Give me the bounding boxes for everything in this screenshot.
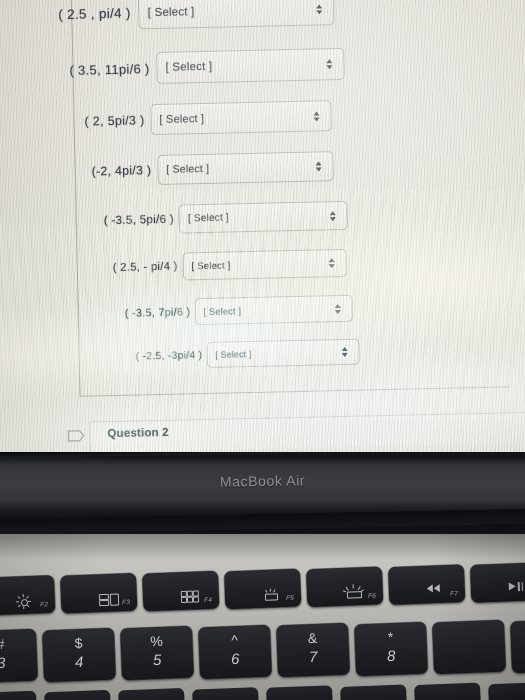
key-f6[interactable]: F6 — [305, 566, 384, 608]
key-f4-label: F4 — [203, 596, 213, 605]
key-f8[interactable]: F8 — [469, 562, 525, 603]
select-dropdown-0[interactable]: [ Select ] — [138, 0, 336, 30]
key-f7-label: F7 — [449, 590, 459, 598]
select-dropdown-7[interactable]: [ Select ] — [206, 338, 360, 368]
key-4[interactable]: $ 4 — [42, 627, 116, 683]
coordinate-label: ( 2.5, - pi/4 ) — [112, 260, 178, 275]
select-placeholder: [ Select ] — [191, 259, 231, 272]
match-row: ( 2.5 , pi/4 ) [ Select ] — [58, 0, 336, 31]
key-f2[interactable]: F2 — [0, 574, 56, 616]
coordinate-label: ( 2.5 , pi/4 ) — [58, 5, 131, 23]
select-placeholder: [ Select ] — [159, 112, 205, 126]
key-f4[interactable]: F4 — [142, 570, 220, 612]
key-3[interactable]: # 3 — [0, 628, 38, 684]
coordinate-label: ( -3.5, 5pi/6 ) — [103, 212, 175, 228]
letter-key-partial[interactable] — [192, 687, 259, 700]
key-8-number: 8 — [386, 647, 396, 666]
key-f5-label: F5 — [285, 594, 295, 603]
quiz-page: ( 2.5 , pi/4 ) [ Select ] ( 3.5, 11pi/6 … — [0, 0, 525, 455]
key-f6-label: F6 — [367, 592, 377, 600]
select-dropdown-3[interactable]: [ Select ] — [156, 151, 334, 186]
key-6-symbol: ^ — [230, 631, 239, 649]
match-row: ( -3.5, 5pi/6 ) [ Select ] — [103, 200, 349, 235]
select-placeholder: [ Select ] — [187, 212, 229, 225]
select-dropdown-2[interactable]: [ Select ] — [150, 100, 332, 136]
select-dropdown-6[interactable]: [ Select ] — [194, 294, 353, 326]
key-5-symbol: % — [150, 632, 164, 650]
macbook-air-brand-label: MacBook Air — [219, 472, 306, 490]
key-8-symbol: * — [387, 628, 394, 646]
key-6[interactable]: ^ 6 — [198, 624, 272, 680]
match-row: ( 2.5, - pi/4 ) [ Select ] — [112, 248, 347, 282]
key-8[interactable]: * 8 — [354, 621, 428, 677]
quiz-content-panel: ( 2.5 , pi/4 ) [ Select ] ( 3.5, 11pi/6 … — [58, 0, 511, 397]
coordinate-label: (-2, 4pi/3 ) — [91, 163, 152, 179]
match-row: ( -3.5, 7pi/6 ) [ Select ] — [124, 294, 353, 327]
stepper-arrows-icon[interactable] — [316, 3, 323, 14]
letter-key-partial[interactable] — [44, 689, 111, 700]
stepper-arrows-icon[interactable] — [315, 161, 322, 172]
coordinate-label: ( -2.5, -3pi/4 ) — [135, 349, 203, 363]
hinge-highlight — [0, 508, 525, 535]
key-3-symbol: # — [0, 635, 5, 653]
stepper-arrows-icon[interactable] — [326, 59, 333, 70]
key-7[interactable]: & 7 — [276, 622, 350, 678]
coordinate-label: ( -3.5, 7pi/6 ) — [124, 305, 191, 320]
stepper-arrows-icon[interactable] — [328, 258, 335, 269]
select-placeholder: [ Select ] — [147, 5, 195, 19]
key-f5[interactable]: F5 — [223, 568, 302, 610]
match-row: ( 2, 5pi/3 ) [ Select ] — [84, 100, 332, 136]
coordinate-label: ( 2, 5pi/3 ) — [84, 112, 145, 129]
match-row: ( 3.5, 11pi/6 ) [ Select ] — [69, 47, 345, 86]
select-dropdown-1[interactable]: [ Select ] — [156, 47, 345, 84]
letter-key-partial[interactable] — [414, 682, 481, 700]
select-dropdown-5[interactable]: [ Select ] — [182, 248, 347, 281]
stepper-arrows-icon[interactable] — [334, 303, 341, 314]
question-2-header[interactable]: Question 2 — [62, 411, 525, 454]
question-2-label: Question 2 — [107, 426, 169, 441]
key-7-number: 7 — [308, 648, 318, 667]
key-5[interactable]: % 5 — [120, 625, 194, 681]
key-6-number: 6 — [230, 650, 240, 669]
key-4-symbol: $ — [74, 634, 83, 652]
key-f3[interactable]: F3 — [60, 572, 138, 614]
bezel-top-edge — [0, 452, 525, 458]
letter-key-partial[interactable] — [118, 687, 185, 700]
laptop-hinge — [0, 502, 525, 538]
key-3-number: 3 — [0, 654, 6, 673]
letter-key-partial[interactable] — [266, 685, 333, 700]
flag-icon — [67, 429, 85, 448]
stepper-arrows-icon[interactable] — [329, 210, 337, 221]
letter-key-partial[interactable] — [340, 684, 407, 700]
letter-key-partial[interactable] — [488, 681, 525, 700]
key-9-partial[interactable] — [432, 619, 506, 675]
keyboard-deck: F2 F3 F4 F5 F6 F7 # 3 $ 4 % 5 ^ 6 & 7 * … — [0, 534, 525, 700]
stepper-arrows-icon[interactable] — [313, 110, 320, 122]
select-placeholder: [ Select ] — [166, 162, 210, 176]
laptop-screen: ( 2.5 , pi/4 ) [ Select ] ( 3.5, 11pi/6 … — [0, 0, 525, 455]
key-4-number: 4 — [74, 653, 84, 672]
stepper-arrows-icon[interactable] — [341, 346, 348, 358]
select-placeholder: [ Select ] — [215, 348, 252, 360]
key-f2-label: F2 — [40, 601, 49, 609]
screen-bezel: MacBook Air — [0, 452, 525, 505]
key-f7[interactable]: F7 — [387, 564, 466, 606]
select-dropdown-4[interactable]: [ Select ] — [178, 200, 349, 234]
match-row: ( -2.5, -3pi/4 ) [ Select ] — [135, 338, 360, 370]
key-7-symbol: & — [307, 629, 318, 647]
key-f3-label: F3 — [121, 599, 131, 607]
key-5-number: 5 — [152, 651, 162, 670]
key-0-partial[interactable] — [510, 618, 525, 674]
select-placeholder: [ Select ] — [203, 305, 242, 317]
coordinate-label: ( 3.5, 11pi/6 ) — [69, 60, 150, 78]
letter-key-partial[interactable] — [0, 690, 37, 700]
match-row: (-2, 4pi/3 ) [ Select ] — [91, 151, 334, 186]
select-placeholder: [ Select ] — [165, 60, 213, 74]
